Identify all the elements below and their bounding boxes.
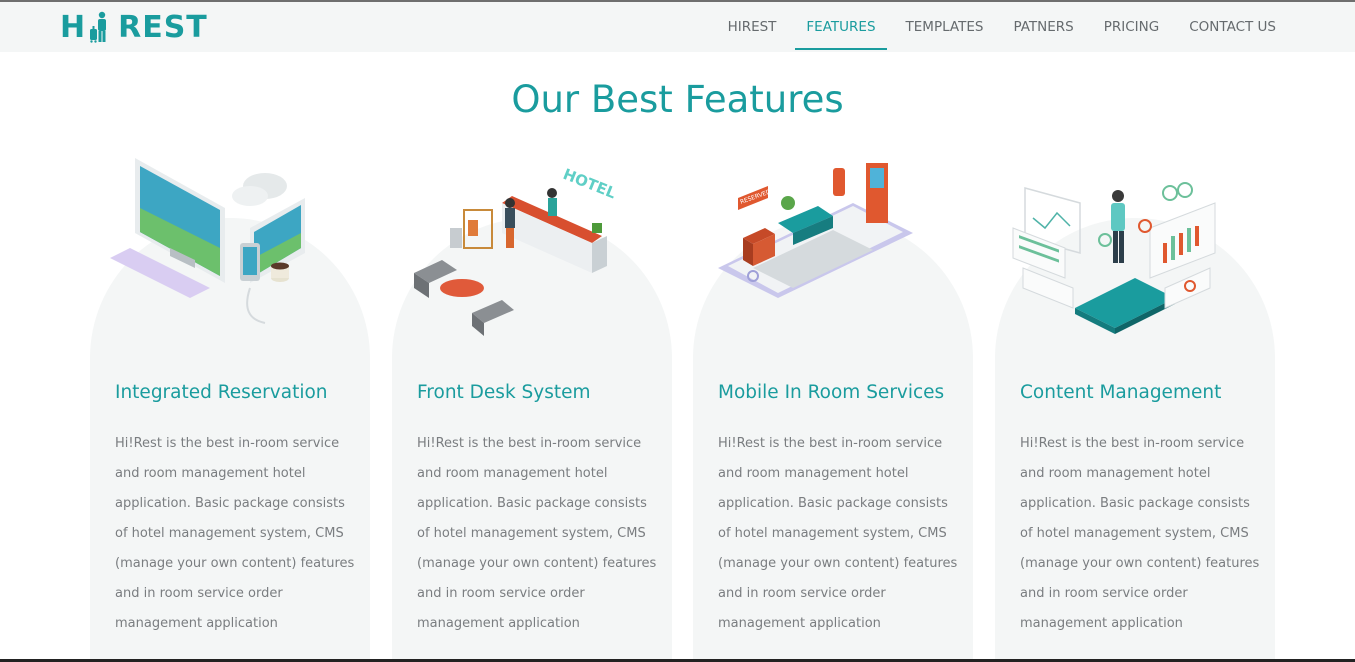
content-management-illustration	[1012, 182, 1216, 334]
feature-title: Front Desk System	[417, 382, 591, 403]
feature-description: Hi!Rest is the best in-room service and …	[718, 436, 958, 631]
logo-letter: H	[60, 9, 87, 45]
navbar: H REST HIREST FEATURES TEMPLATES PATNERS…	[0, 2, 1355, 52]
feature-title: Mobile In Room Services	[718, 382, 945, 403]
feature-title: Integrated Reservation	[115, 382, 328, 403]
nav-partners[interactable]: PATNERS	[1002, 2, 1084, 52]
feature-card-mobile-room: RESERVED Mobile In Room Services Hi!Rest…	[693, 163, 973, 662]
feature-card-reservation: Integrated Reservation Hi!Rest is the be…	[90, 158, 370, 662]
nav-features[interactable]: FEATURES	[795, 2, 887, 52]
main-nav: HIREST FEATURES TEMPLATES PATNERS PRICIN…	[713, 2, 1291, 52]
feature-description: Hi!Rest is the best in-room service and …	[115, 436, 355, 631]
feature-card-content: Content Management Hi!Rest is the best i…	[995, 182, 1275, 662]
logo-text: REST	[118, 9, 208, 45]
mobile-room-illustration: RESERVED	[718, 163, 913, 298]
devices-illustration	[110, 158, 305, 324]
nav-contact[interactable]: CONTACT US	[1178, 2, 1287, 52]
brand-logo[interactable]: H REST	[60, 9, 208, 45]
traveler-icon	[90, 11, 107, 43]
section-title: Our Best Features	[511, 78, 844, 121]
hotel-front-desk-illustration: HOTEL	[414, 165, 619, 336]
nav-pricing[interactable]: PRICING	[1093, 2, 1170, 52]
svg-text:HOTEL: HOTEL	[561, 165, 619, 203]
nav-hirest[interactable]: HIREST	[717, 2, 788, 52]
feature-description: Hi!Rest is the best in-room service and …	[1020, 436, 1260, 631]
feature-card-front-desk: HOTEL Front Desk System Hi!Rest is the b…	[392, 165, 672, 662]
nav-templates[interactable]: TEMPLATES	[895, 2, 995, 52]
feature-description: Hi!Rest is the best in-room service and …	[417, 436, 657, 631]
feature-title: Content Management	[1020, 382, 1222, 403]
